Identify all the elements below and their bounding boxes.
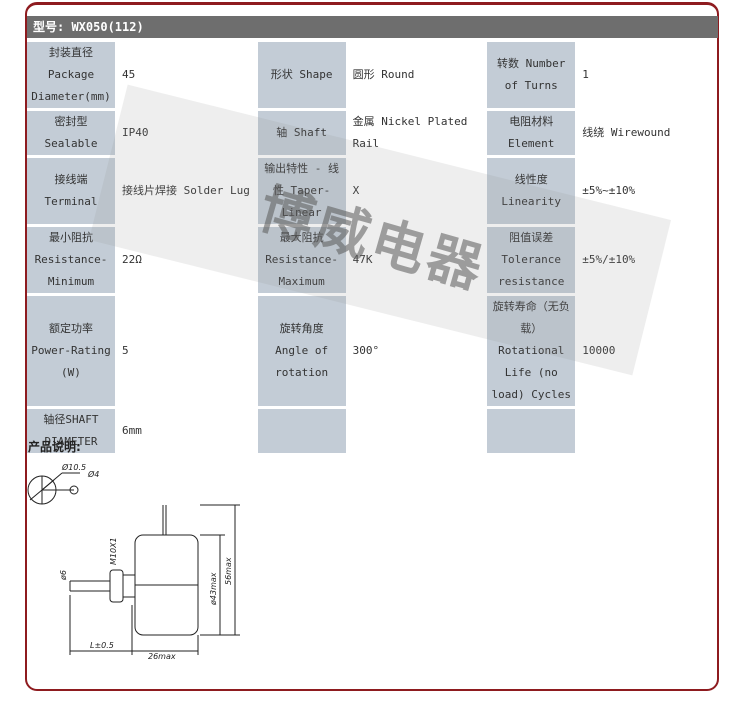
- spec-label: 阻值误差 Tolerance resistance: [487, 227, 576, 293]
- spec-value: ±5%/±10%: [578, 227, 712, 293]
- spec-label: 线性度 Linearity: [487, 158, 576, 224]
- spec-label: 输出特性 - 线性 Taper-Linear: [257, 158, 346, 224]
- spec-label: 最小阻抗 Resistance-Minimum: [27, 227, 115, 293]
- spec-value: 金属 Nickel Plated Rail: [348, 111, 485, 155]
- spec-value: 10000: [578, 296, 712, 406]
- table-row: 额定功率 Power-Rating (W) 5 旋转角度 Angle of ro…: [27, 296, 712, 406]
- overall-height-label: 56max: [224, 557, 233, 585]
- spec-label: 额定功率 Power-Rating (W): [27, 296, 115, 406]
- spec-value: 300°: [348, 296, 485, 406]
- spec-table: 封装直径 Package Diameter(mm) 45 形状 Shape 圆形…: [24, 39, 715, 456]
- spec-value: X: [348, 158, 485, 224]
- spec-value: [578, 409, 712, 453]
- spec-value: 5: [117, 296, 255, 406]
- spec-label: 接线端 Terminal: [27, 158, 115, 224]
- spec-label: 轴 Shaft: [257, 111, 346, 155]
- spec-label: 密封型 Sealable: [27, 111, 115, 155]
- spec-label: 旋转寿命（无负载）Rotational Life (no load) Cycle…: [487, 296, 576, 406]
- spec-label: 封装直径 Package Diameter(mm): [27, 42, 115, 108]
- table-row: 密封型 Sealable IP40 轴 Shaft 金属 Nickel Plat…: [27, 111, 712, 155]
- spec-value: IP40: [117, 111, 255, 155]
- product-description-title: 产品说明:: [28, 440, 81, 454]
- dimension-drawing: Ø10.5 Ø4 L±0.5 26max ø43max 56max M10X1 …: [27, 462, 240, 661]
- hole-small-label: Ø4: [87, 469, 99, 479]
- table-row: 封装直径 Package Diameter(mm) 45 形状 Shape 圆形…: [27, 42, 712, 108]
- spec-value: 圆形 Round: [348, 42, 485, 108]
- spec-value: 接线片焊接 Solder Lug: [117, 158, 255, 224]
- spec-value: 22Ω: [117, 227, 255, 293]
- shaft-length-label: L±0.5: [90, 641, 114, 650]
- spec-value: 线绕 Wirewound: [578, 111, 712, 155]
- body-depth-label: 26max: [148, 652, 176, 661]
- table-row: 轴径SHAFT DIAMETER 6mm: [27, 409, 712, 453]
- spec-label: 形状 Shape: [257, 42, 346, 108]
- spec-value: 47K: [348, 227, 485, 293]
- table-row: 接线端 Terminal 接线片焊接 Solder Lug 输出特性 - 线性 …: [27, 158, 712, 224]
- spec-value: 45: [117, 42, 255, 108]
- spec-label: 旋转角度 Angle of rotation: [257, 296, 346, 406]
- thread-label: M10X1: [109, 537, 118, 565]
- shaft-diameter-label: ø6: [59, 570, 68, 581]
- spec-label: 最大阻抗 Resistance-Maximum: [257, 227, 346, 293]
- spec-value: ±5%~±10%: [578, 158, 712, 224]
- spec-label: [487, 409, 576, 453]
- spec-label: [257, 409, 346, 453]
- spec-value: [348, 409, 485, 453]
- spec-value: 1: [578, 42, 712, 108]
- spec-label: 电阻材料 Element: [487, 111, 576, 155]
- mounting-hole-diagram: [27, 472, 80, 505]
- spec-value: 6mm: [117, 409, 255, 453]
- body-diameter-label: ø43max: [209, 572, 218, 606]
- hole-large-label: Ø10.5: [61, 462, 86, 472]
- model-title-bar: 型号: WX050(112): [27, 16, 718, 38]
- spec-label: 转数 Number of Turns: [487, 42, 576, 108]
- table-row: 最小阻抗 Resistance-Minimum 22Ω 最大阻抗 Resista…: [27, 227, 712, 293]
